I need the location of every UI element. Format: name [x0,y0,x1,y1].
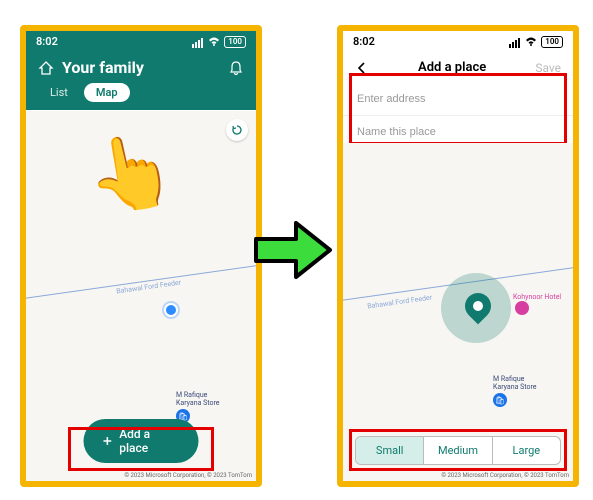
status-time: 8:02 [36,35,58,48]
battery-icon: 100 [541,36,563,48]
battery-icon: 100 [224,36,246,48]
status-icons: 100 [192,36,246,48]
status-icons: 100 [509,36,563,48]
status-time: 8:02 [353,35,375,48]
map-area[interactable]: Bahawal Ford Feeder Kohynoor Hotel M Raf… [343,143,573,481]
highlight-inputs [349,73,567,145]
pointing-hand-icon: 👆 [79,124,182,223]
wifi-icon [525,36,537,48]
status-bar: 8:02 100 [343,31,573,52]
home-icon [38,60,54,76]
phone-screen-2: 8:02 100 Add a place Save Bahawal Ford F… [337,25,579,487]
current-location-dot [164,303,178,317]
poi-store: M Rafique Karyana Store 🛍 [176,391,220,423]
app-header: Your family List Map [26,52,256,110]
status-bar: 8:02 100 [26,31,256,52]
transition-arrow-icon [252,215,334,285]
shop-icon: 🛍 [493,393,507,407]
wifi-icon [208,36,220,48]
bell-icon[interactable] [228,60,244,76]
view-tabs: List Map [38,83,244,102]
signal-icon [509,36,521,48]
poi-hotel: Kohynoor Hotel [513,293,573,315]
hotel-icon [515,301,529,315]
tab-map[interactable]: Map [84,83,130,102]
signal-icon [192,36,204,48]
tutorial-stage: 8:02 100 Your family List Map [0,0,593,500]
highlight-add-button [68,427,214,471]
poi-store: M Rafique Karyana Store 🛍 [493,375,537,407]
map-attribution: © 2023 Microsoft Corporation, © 2023 Tom… [124,472,252,479]
phone-screen-1: 8:02 100 Your family List Map [20,25,262,487]
map-attribution: © 2023 Microsoft Corporation, © 2023 Tom… [441,472,569,479]
header-title: Your family [62,58,144,77]
tab-list[interactable]: List [38,83,80,102]
refresh-button[interactable] [226,119,248,141]
highlight-size-control [349,429,567,471]
refresh-icon [231,124,243,136]
